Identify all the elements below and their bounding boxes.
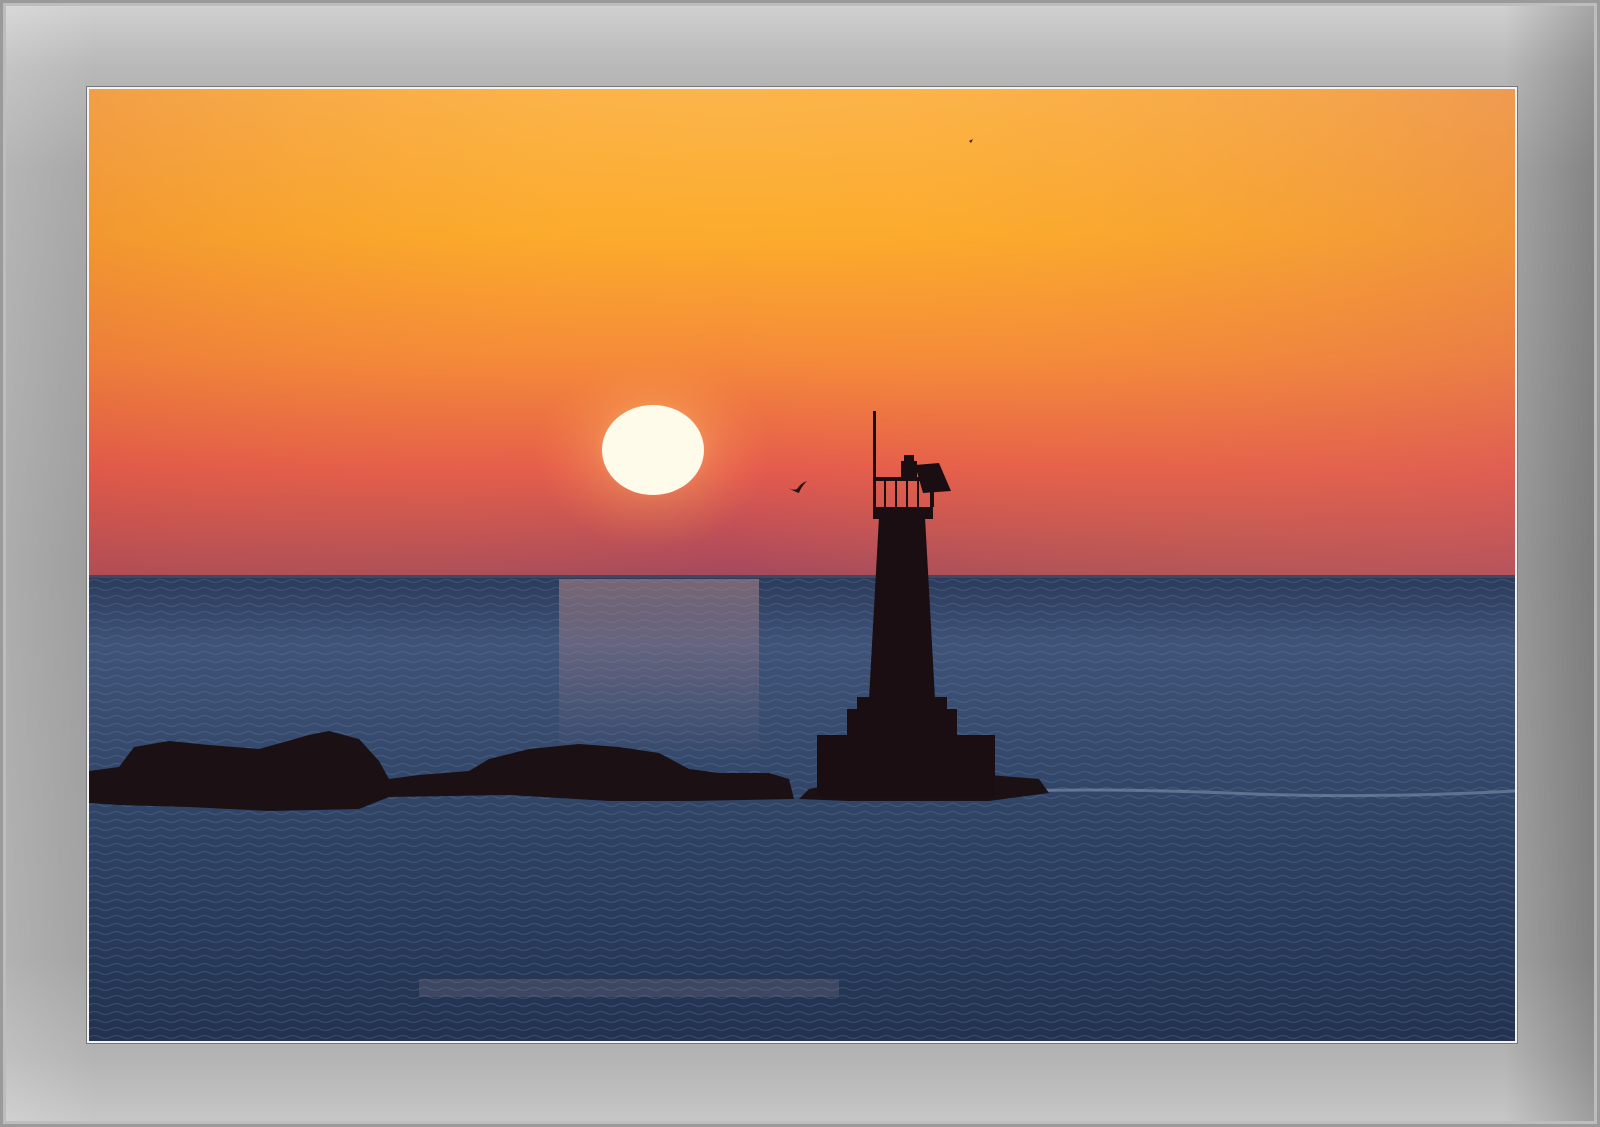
sun [602,405,704,495]
picture-frame [0,0,1600,1127]
sunrise-scene [89,89,1515,1041]
sun-reflection [559,579,759,759]
photo [87,87,1517,1043]
